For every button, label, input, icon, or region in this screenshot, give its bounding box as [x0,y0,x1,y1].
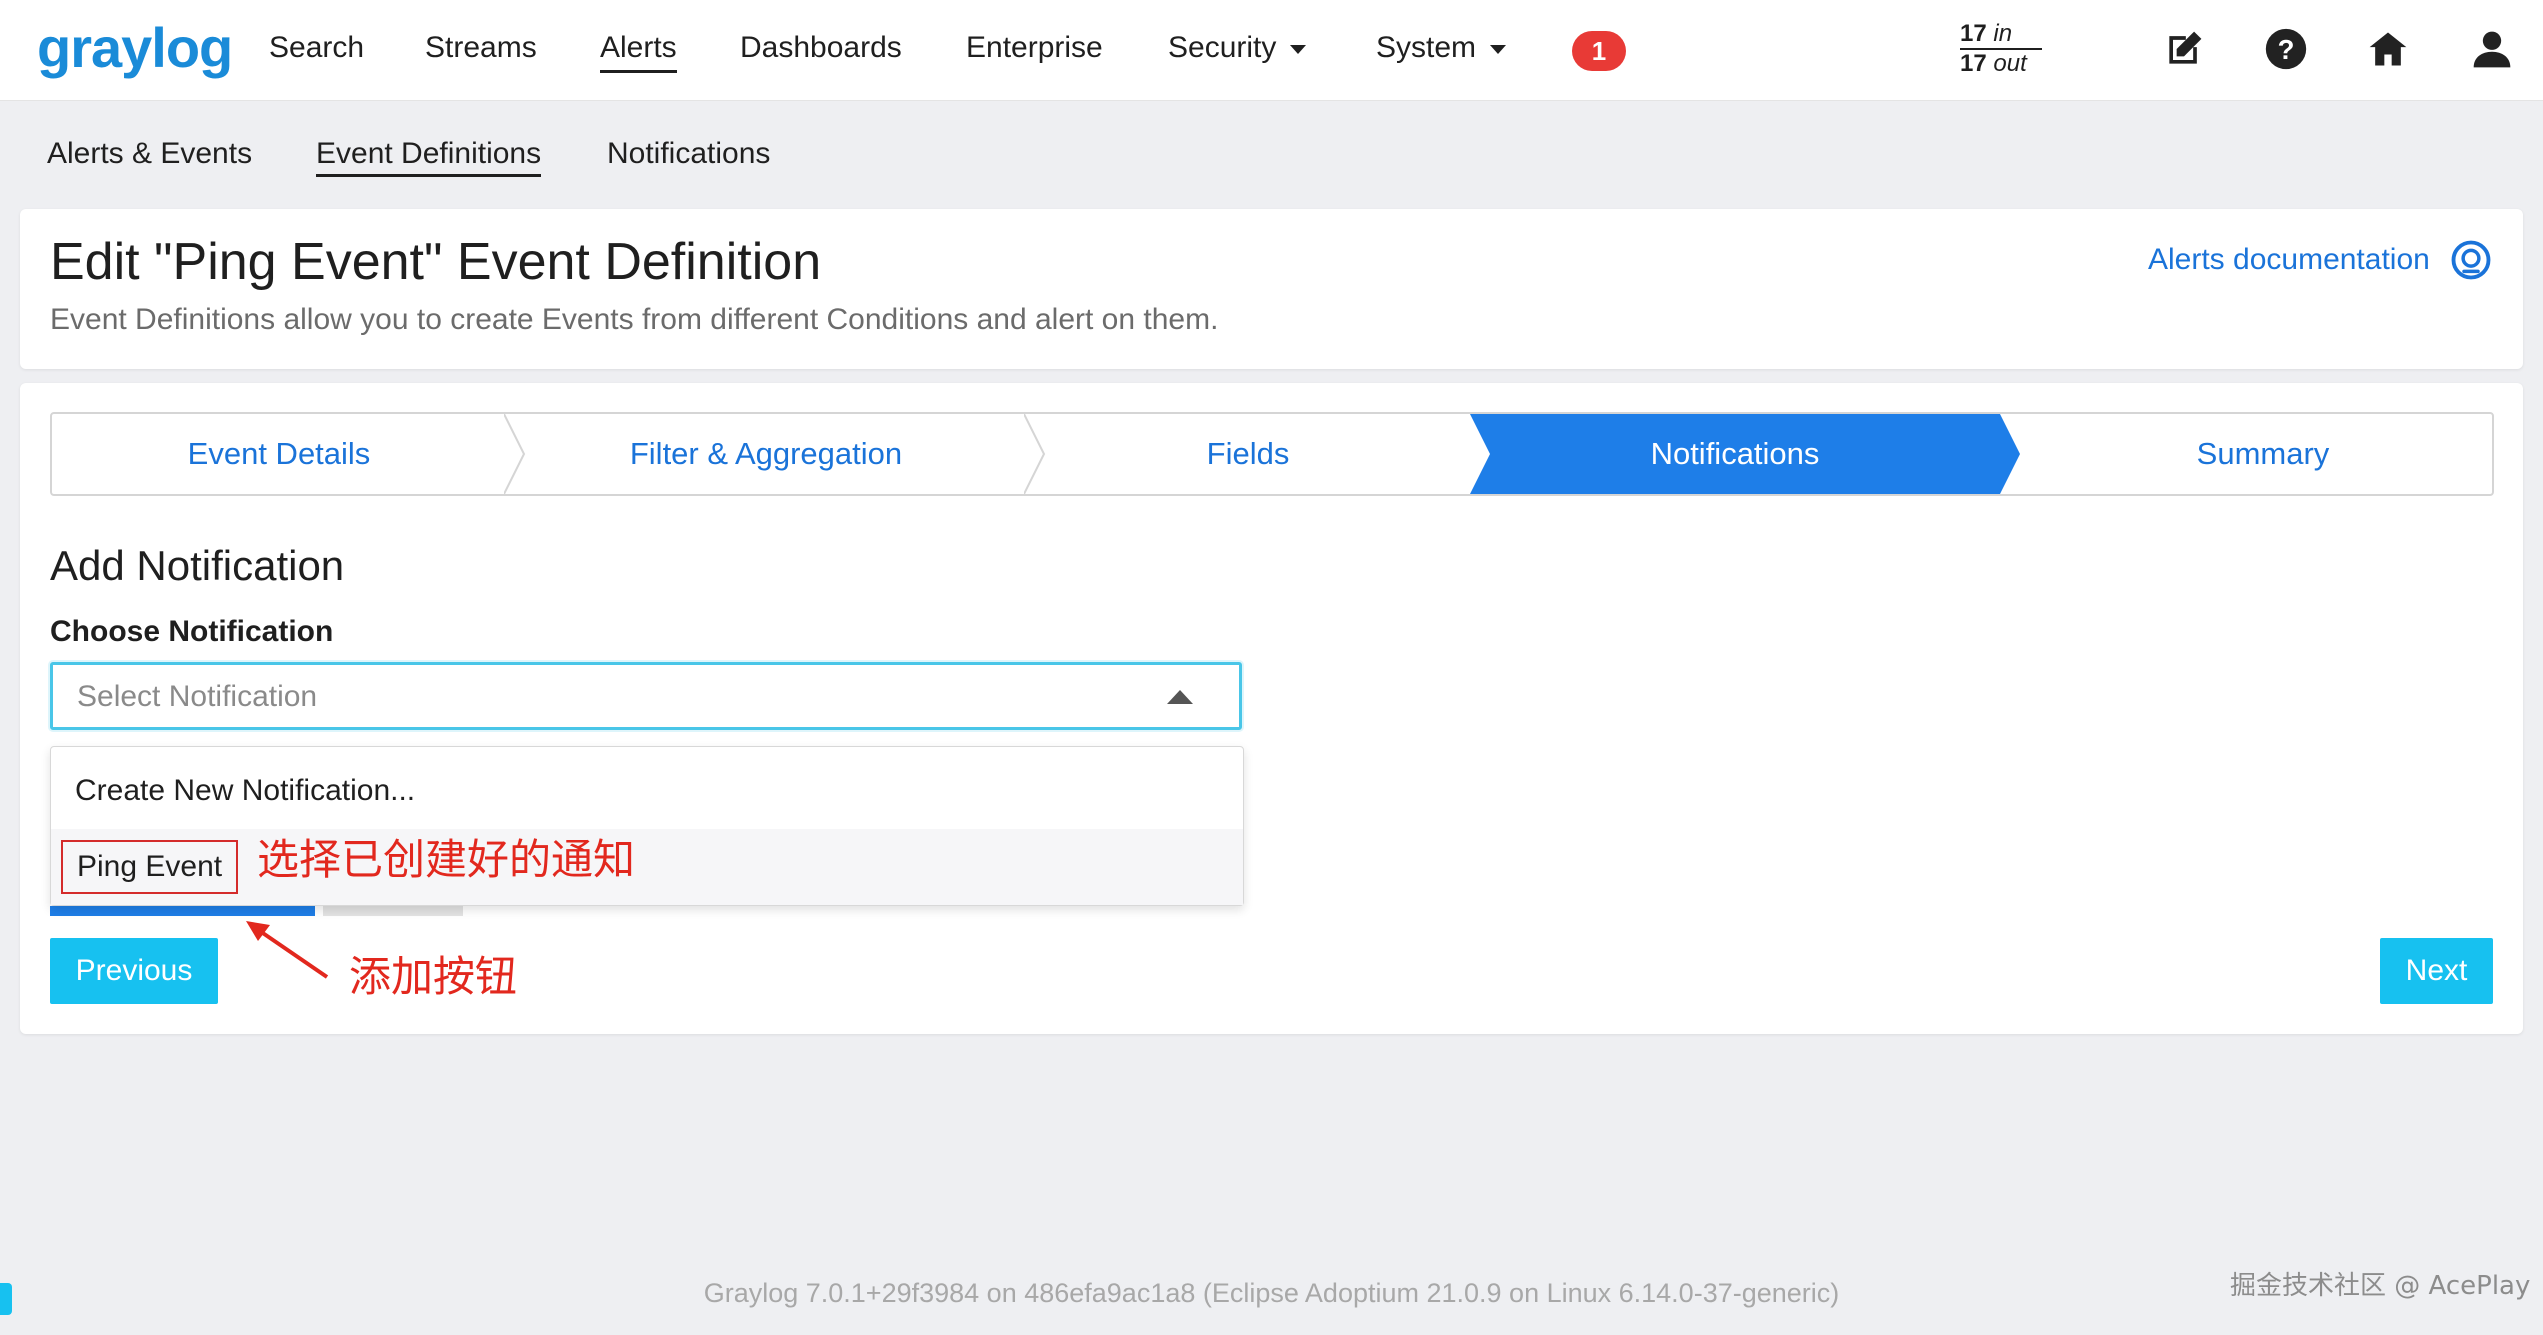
option-ping-event[interactable]: Ping Event [51,829,1243,905]
wizard-steps: Event Details Filter & Aggregation Field… [50,412,2494,496]
side-edge-tab[interactable] [0,1283,12,1315]
nav-security-dropdown[interactable]: Security [1168,28,1307,68]
step-notifications[interactable]: Notifications [1470,414,2000,494]
chevron-down-icon [1290,44,1307,54]
chevron-down-icon [1490,44,1507,54]
nav-system-dropdown[interactable]: System [1376,28,1507,68]
nav-security-label: Security [1168,31,1277,64]
step-filter-aggregation[interactable]: Filter & Aggregation [506,414,1026,494]
watermark: 掘金技术社区 @ AcePlay [2230,1271,2531,1301]
throughput-in: 17 in [1960,20,2042,50]
user-icon[interactable] [2470,27,2514,71]
nav-system-label: System [1376,31,1477,64]
nav-search[interactable]: Search [269,28,364,68]
top-navbar: graylog Search Streams Alerts Dashboards… [0,0,2543,101]
step-separator [504,414,526,494]
throughput-out-label: out [1993,50,2027,77]
select-placeholder: Select Notification [77,680,318,713]
nav-dashboards[interactable]: Dashboards [740,28,902,68]
edit-icon[interactable] [2162,27,2206,71]
throughput-out-count: 17 [1960,50,1987,77]
step-separator [1470,414,1490,494]
notification-dropdown-menu: Create New Notification... Ping Event [50,746,1244,906]
throughput-out: 17 out [1960,50,2027,77]
alerts-documentation-link[interactable]: Alerts documentation [2148,240,2430,280]
home-icon[interactable] [2366,27,2410,71]
throughput-in-label: in [1993,20,2013,47]
page-description: Event Definitions allow you to create Ev… [50,303,1219,336]
throughput-in-count: 17 [1960,20,1987,47]
throughput-indicator[interactable]: 17 in 17 out [1960,20,2042,78]
step-event-details[interactable]: Event Details [52,414,506,494]
graylog-logo[interactable]: graylog [37,18,233,78]
cancel-notification-button[interactable] [323,906,463,916]
annotation-add-button-note: 添加按钮 [349,952,518,1001]
option-create-new-notification[interactable]: Create New Notification... [51,753,1243,829]
step-separator [1024,414,1046,494]
annotation-arrow-icon [246,921,329,979]
step-summary[interactable]: Summary [2030,414,2492,494]
footer-version: Graylog 7.0.1+29f3984 on 486efa9ac1a8 (E… [703,1278,1840,1308]
nav-streams[interactable]: Streams [425,28,537,68]
ping-event-highlight: Ping Event [61,840,239,894]
subnav-event-definitions[interactable]: Event Definitions [316,134,542,177]
next-button[interactable]: Next [2380,938,2493,1004]
add-notification-heading: Add Notification [50,542,345,589]
nav-alerts[interactable]: Alerts [600,28,677,73]
page-title: Edit "Ping Event" Event Definition [50,233,822,291]
subnav-alerts-events[interactable]: Alerts & Events [47,134,252,174]
step-fields[interactable]: Fields [1026,414,1470,494]
notification-select[interactable]: Select Notification [50,662,1242,730]
notification-badge[interactable]: 1 [1572,31,1626,71]
help-icon[interactable]: ? [2264,27,2308,71]
step-separator-active [2000,414,2020,494]
annotation-select-note: 选择已创建好的通知 [257,835,636,884]
svg-text:?: ? [2278,34,2295,65]
lifebuoy-icon[interactable] [2450,239,2492,281]
subnav-notifications[interactable]: Notifications [607,134,770,174]
nav-enterprise[interactable]: Enterprise [966,28,1103,68]
previous-button[interactable]: Previous [50,938,218,1004]
choose-notification-label: Choose Notification [50,615,334,648]
chevron-up-icon[interactable] [1167,690,1193,704]
